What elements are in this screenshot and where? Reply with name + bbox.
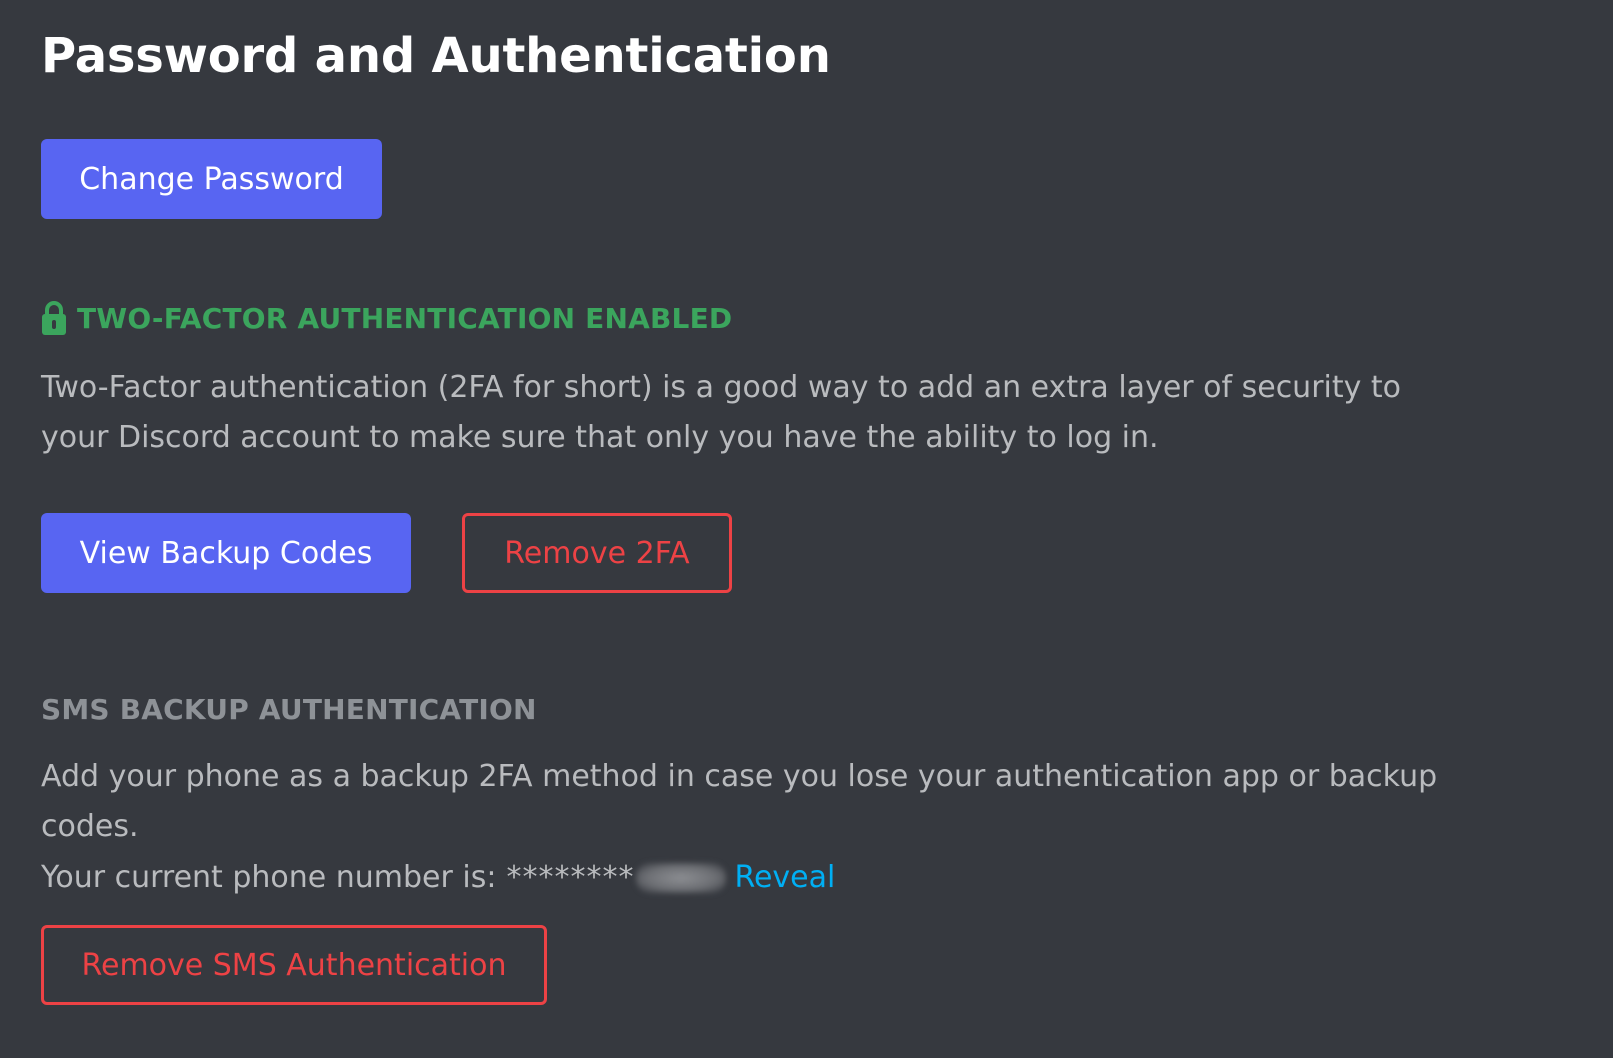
page-title: Password and Authentication xyxy=(41,28,831,84)
two-factor-description: Two-Factor authentication (2FA for short… xyxy=(41,370,1402,455)
sms-backup-description: Add your phone as a backup 2FA method in… xyxy=(41,759,1438,844)
phone-label: Your current phone number is: xyxy=(41,860,497,895)
remove-2fa-button[interactable]: Remove 2FA xyxy=(462,513,732,593)
reveal-link[interactable]: Reveal xyxy=(734,853,835,903)
view-backup-codes-button[interactable]: View Backup Codes xyxy=(41,513,411,593)
remove-sms-authentication-button[interactable]: Remove SMS Authentication xyxy=(41,925,547,1005)
two-factor-heading: TWO-FACTOR AUTHENTICATION ENABLED xyxy=(41,300,732,336)
masked-phone-number: ******** xyxy=(506,860,635,895)
sms-backup-heading: SMS BACKUP AUTHENTICATION xyxy=(41,693,537,726)
phone-number-line: Your current phone number is: ******** R… xyxy=(41,853,835,903)
lock-icon xyxy=(41,300,67,336)
two-factor-heading-label: TWO-FACTOR AUTHENTICATION ENABLED xyxy=(77,301,733,335)
change-password-button[interactable]: Change Password xyxy=(41,139,382,219)
redacted-phone-digits xyxy=(636,863,727,893)
